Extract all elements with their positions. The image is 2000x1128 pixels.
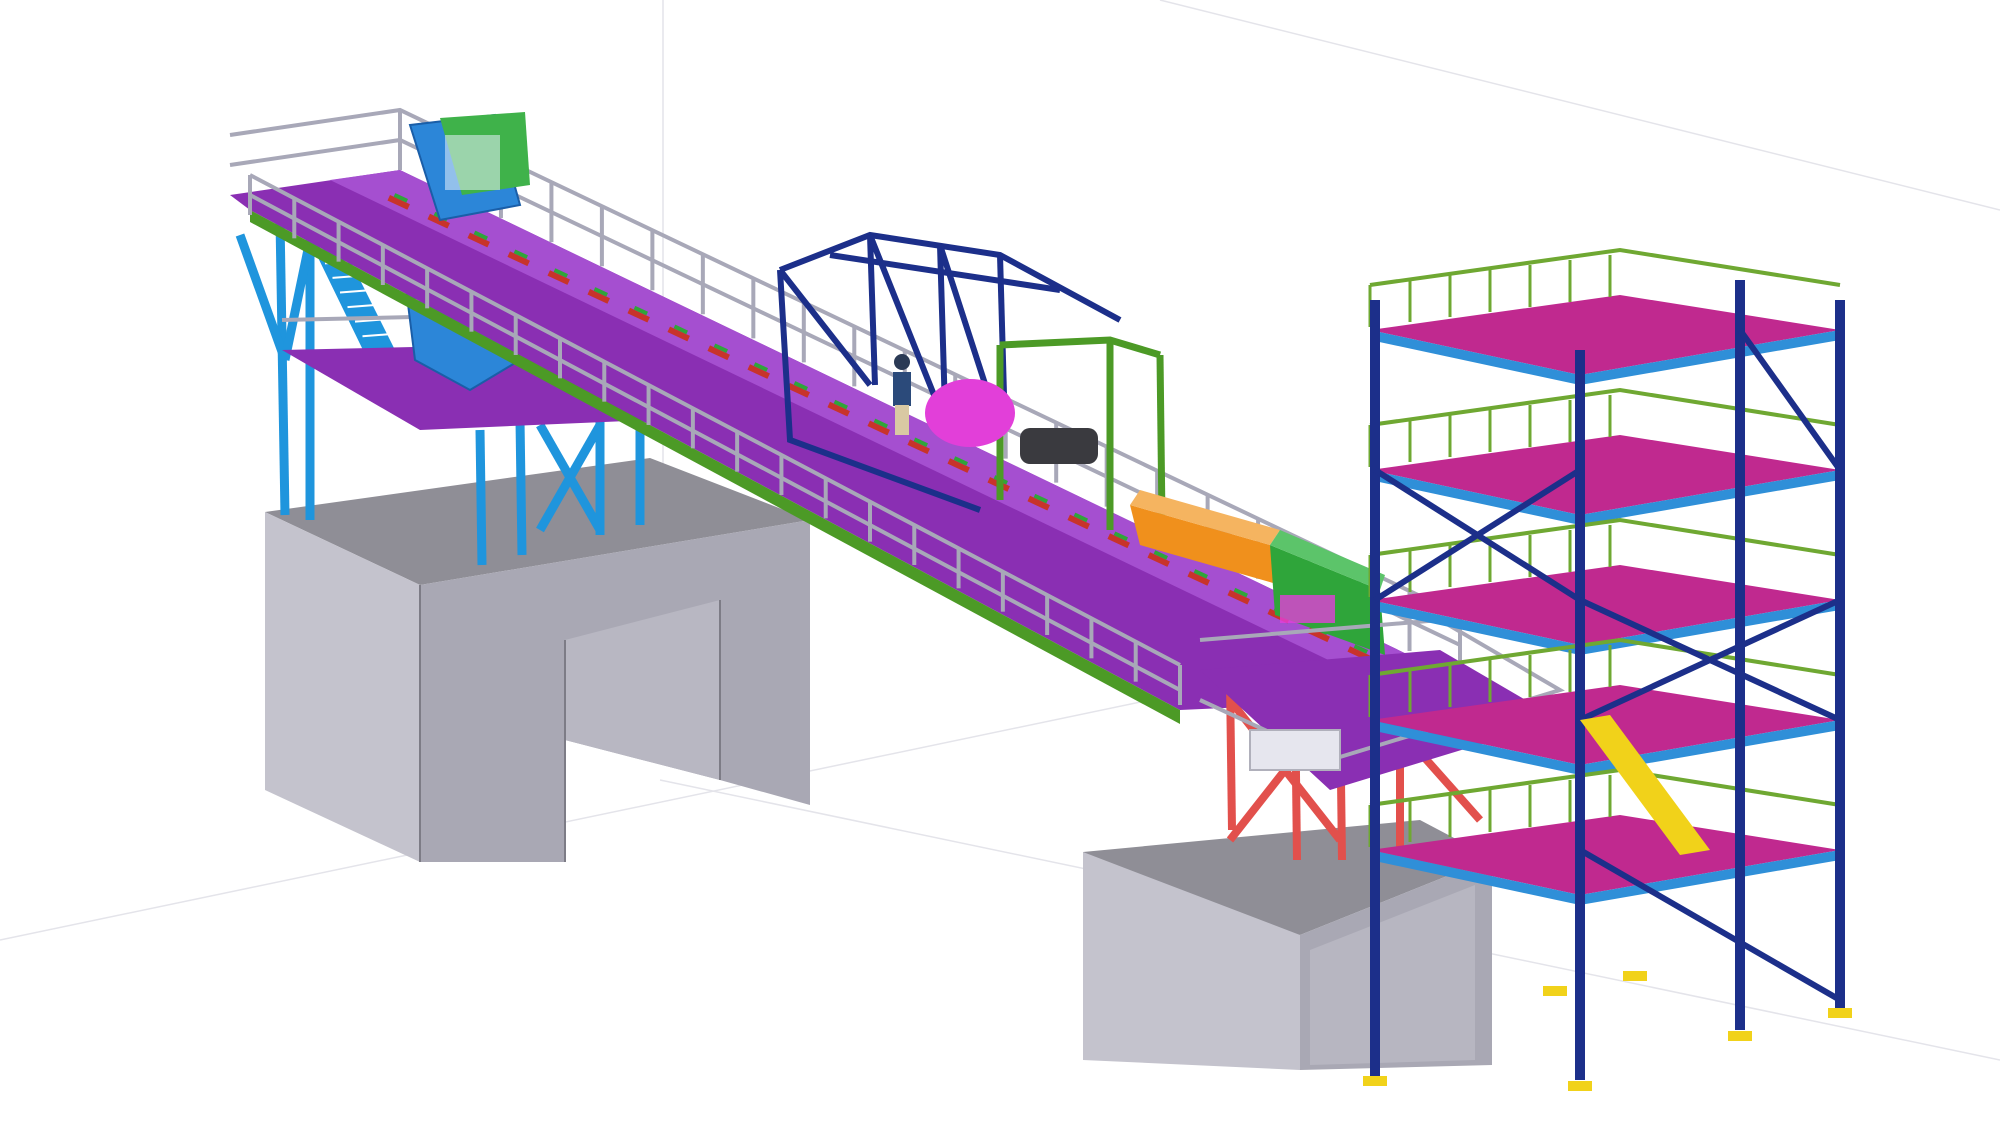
worker-head: [894, 354, 910, 370]
discharge-chute: [1249, 729, 1341, 771]
magnetic-drum: [925, 379, 1015, 447]
support-column: [475, 429, 487, 566]
tower-handrail: [1369, 517, 1841, 557]
tower-deck: [1370, 295, 1840, 375]
left-concrete-plinth: [265, 458, 810, 862]
model-canvas: [0, 0, 2000, 1091]
support-column: [515, 419, 527, 556]
worker-torso: [893, 372, 911, 406]
footplate: [1728, 1031, 1752, 1041]
tower-brace: [1737, 328, 1843, 472]
dark-pulley: [1020, 428, 1098, 464]
drive-guard: [445, 135, 500, 190]
conveyor-3d-model: [0, 0, 2000, 1128]
footplate: [1568, 1081, 1592, 1091]
footplate: [1623, 971, 1647, 981]
support-column: [275, 219, 290, 516]
footplate: [1543, 986, 1567, 996]
reference-line: [1159, 0, 2000, 211]
tower-handrail: [1369, 387, 1841, 427]
worker-legs: [895, 405, 909, 435]
green-frame-top: [999, 336, 1162, 359]
worker-figure: [893, 354, 911, 435]
unit-window: [1280, 595, 1335, 623]
tower-handrail: [1369, 247, 1841, 287]
green-frame-post: [1156, 354, 1166, 521]
tower-deck: [1370, 435, 1840, 515]
footplate: [1828, 1008, 1852, 1018]
footplate: [1363, 1076, 1387, 1086]
